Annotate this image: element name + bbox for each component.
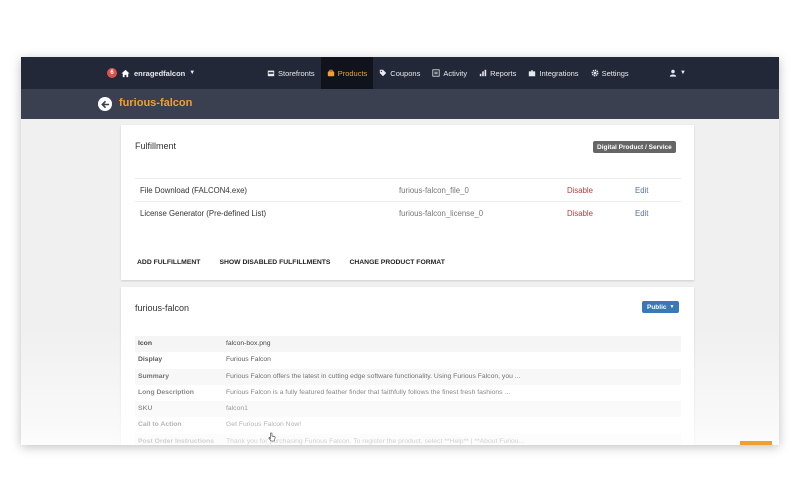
nav-products[interactable]: Products <box>320 57 374 89</box>
chevron-down-icon: ▼ <box>680 70 686 76</box>
fulfillment-row: License Generator (Pre-defined List) fur… <box>135 201 681 223</box>
nav-label: Activity <box>443 68 468 78</box>
nav-label: Settings <box>601 68 629 78</box>
property-value: Get Furious Falcon Now! <box>226 421 302 428</box>
notification-badge[interactable]: 6 <box>107 68 117 78</box>
nav-settings[interactable]: Settings <box>585 57 635 89</box>
account-name: enragedfalcon <box>134 68 186 78</box>
property-row[interactable]: SKU falcon1 <box>135 401 681 417</box>
property-row[interactable]: Post Order Instructions Thank you for pu… <box>135 434 681 445</box>
edit-link[interactable]: Edit <box>635 209 648 218</box>
nav-label: Reports <box>490 68 517 78</box>
fulfillment-title: Fulfillment <box>135 141 177 151</box>
account-switcher[interactable]: 6 enragedfalcon ▼ <box>107 57 195 89</box>
property-row[interactable]: Summary Furious Falcon offers the latest… <box>135 369 681 385</box>
back-button[interactable] <box>98 97 112 111</box>
arrow-left-icon <box>100 100 109 108</box>
fulfillment-row: File Download (FALCON4.exe) furious-falc… <box>135 178 681 200</box>
nav-label: Products <box>337 68 368 78</box>
nav-label: Integrations <box>539 68 579 78</box>
product-type-badge: Digital Product / Service <box>593 141 676 153</box>
page-title: furious-falcon <box>119 97 193 109</box>
fulfillment-id: furious-falcon_file_0 <box>399 186 469 195</box>
chevron-down-icon: ▼ <box>189 70 196 76</box>
user-icon <box>669 69 677 77</box>
property-row[interactable]: Long Description Furious Falcon is a ful… <box>135 385 681 401</box>
home-icon <box>121 69 130 77</box>
property-value: Furious Falcon is a fully featured feath… <box>226 389 511 396</box>
fulfillment-id: furious-falcon_license_0 <box>399 209 484 218</box>
nav-label: Coupons <box>390 68 421 78</box>
chevron-down-icon: ▼ <box>669 304 675 310</box>
mouse-cursor-icon <box>268 432 276 442</box>
property-row[interactable]: Call to Action Get Furious Falcon Now! <box>135 417 681 433</box>
change-product-format-button[interactable]: CHANGE PRODUCT FORMAT <box>349 259 444 266</box>
main-nav: Storefronts Products Coupons Activity Re… <box>261 57 635 89</box>
property-key: Post Order Instructions <box>138 438 214 445</box>
storefront-icon <box>267 70 275 77</box>
add-fulfillment-button[interactable]: ADD FULFILLMENT <box>137 259 200 266</box>
nav-integrations[interactable]: Integrations <box>522 57 584 89</box>
list-icon <box>432 69 440 77</box>
edit-link[interactable]: Edit <box>635 186 648 195</box>
property-key: Display <box>138 356 163 363</box>
disable-link[interactable]: Disable <box>567 186 593 195</box>
show-disabled-fulfillments-button[interactable]: SHOW DISABLED FULFILLMENTS <box>219 259 330 266</box>
property-row[interactable]: Icon falcon-box.png <box>135 336 681 352</box>
fulfillment-actions: ADD FULFILLMENT SHOW DISABLED FULFILLMEN… <box>137 259 445 266</box>
product-details-panel: furious-falcon Public ▼ Icon falcon-box.… <box>121 287 694 445</box>
property-key: Icon <box>138 340 152 347</box>
disable-link[interactable]: Disable <box>567 209 593 218</box>
product-title: furious-falcon <box>135 303 190 313</box>
property-value: Furious Falcon <box>226 356 271 363</box>
gear-icon <box>591 69 599 77</box>
user-menu[interactable]: ▼ <box>669 57 686 89</box>
property-value: falcon-box.png <box>226 340 271 347</box>
app-window: 6 enragedfalcon ▼ Storefronts Products C… <box>21 57 779 445</box>
property-row[interactable]: Display Furious Falcon <box>135 352 681 368</box>
property-key: Call to Action <box>138 421 182 428</box>
nav-reports[interactable]: Reports <box>473 57 522 89</box>
property-key: Summary <box>138 373 169 380</box>
property-value: falcon1 <box>226 405 248 412</box>
fulfillment-name: License Generator (Pre-defined List) <box>140 209 267 218</box>
nav-coupons[interactable]: Coupons <box>373 57 426 89</box>
nav-storefronts[interactable]: Storefronts <box>261 57 321 89</box>
nav-activity[interactable]: Activity <box>426 57 473 89</box>
briefcase-icon <box>327 69 334 77</box>
top-navbar: 6 enragedfalcon ▼ Storefronts Products C… <box>21 57 779 89</box>
property-key: SKU <box>138 405 153 412</box>
visibility-label: Public <box>647 303 667 311</box>
tag-icon <box>380 69 387 77</box>
nav-label: Storefronts <box>278 68 315 78</box>
property-key: Long Description <box>138 389 194 396</box>
puzzle-icon <box>529 70 536 77</box>
fulfillment-panel: Fulfillment Digital Product / Service Fi… <box>121 125 694 280</box>
page-header: furious-falcon <box>21 89 779 119</box>
bar-chart-icon <box>479 69 487 77</box>
fulfillment-name: File Download (FALCON4.exe) <box>140 186 248 195</box>
visibility-dropdown[interactable]: Public ▼ <box>642 301 680 313</box>
property-value: Furious Falcon offers the latest in cutt… <box>226 373 521 380</box>
feedback-tab[interactable] <box>740 441 772 445</box>
